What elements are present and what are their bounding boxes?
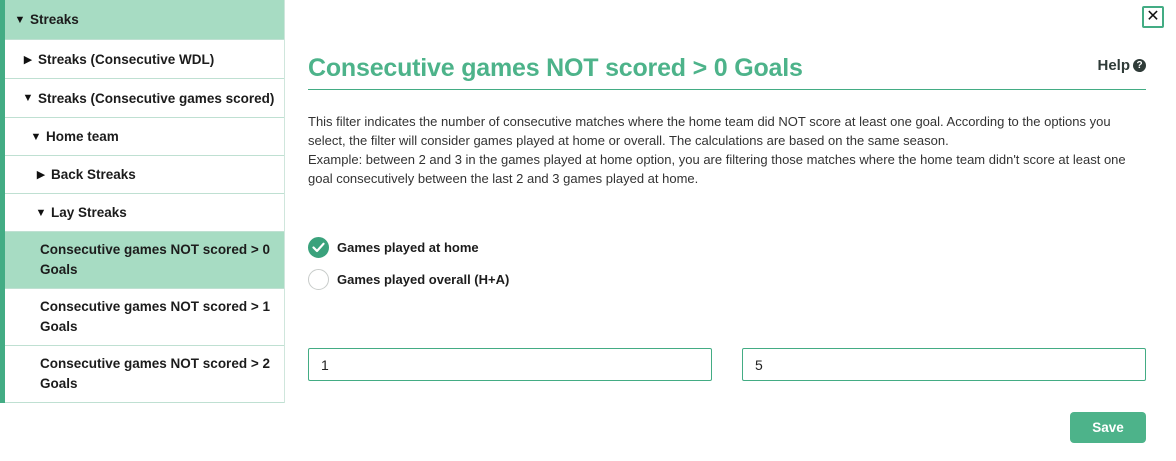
caret-down-icon: ▼ (22, 92, 34, 104)
min-value-input[interactable] (308, 348, 712, 381)
close-icon: ✕ (1146, 8, 1160, 25)
scope-options: Games played at home Games played overal… (308, 236, 1146, 290)
sidebar-item-label: Consecutive games NOT scored > 1 Goals (40, 299, 270, 334)
caret-down-icon: ▼ (35, 206, 47, 219)
max-value-input[interactable] (742, 348, 1146, 381)
sidebar-item-consecutive-games-scored[interactable]: ▼ Streaks (Consecutive games scored) (5, 79, 284, 118)
caret-down-icon: ▼ (14, 13, 26, 26)
sidebar-item-home-team[interactable]: ▼ Home team (5, 118, 284, 156)
option-games-at-home[interactable]: Games played at home (308, 236, 1146, 258)
range-inputs (308, 348, 1146, 381)
close-button[interactable]: ✕ (1142, 6, 1164, 28)
caret-down-icon: ▼ (30, 130, 42, 143)
sidebar-item-label: Consecutive games NOT scored > 0 Goals (40, 242, 270, 277)
help-link[interactable]: Help ? (1097, 57, 1146, 74)
radio-checked[interactable] (308, 236, 329, 258)
option-games-overall[interactable]: Games played overall (H+A) (308, 268, 1146, 290)
checkmark-icon (312, 242, 325, 252)
sidebar-item-consecutive-wdl[interactable]: ▶ Streaks (Consecutive WDL) (5, 40, 284, 79)
radio-unchecked[interactable] (308, 268, 329, 290)
title-row: Consecutive games NOT scored > 0 Goals H… (308, 50, 1146, 90)
sidebar-item-label: Consecutive games NOT scored > 2 Goals (40, 356, 270, 391)
sidebar-item-not-scored-0[interactable]: Consecutive games NOT scored > 0 Goals (5, 232, 284, 289)
sidebar-item-lay-streaks[interactable]: ▼ Lay Streaks (5, 194, 284, 232)
sidebar-item-back-streaks[interactable]: ▶ Back Streaks (5, 156, 284, 194)
filter-panel: Consecutive games NOT scored > 0 Goals H… (308, 50, 1146, 381)
description-paragraph: This filter indicates the number of cons… (308, 114, 1111, 148)
option-label: Games played overall (H+A) (337, 271, 510, 287)
sidebar-item-not-scored-2[interactable]: Consecutive games NOT scored > 2 Goals (5, 346, 284, 403)
help-label: Help (1097, 57, 1130, 74)
caret-right-icon: ▶ (36, 169, 46, 181)
question-circle-icon: ? (1133, 59, 1146, 72)
sidebar-item-label: Streaks (Consecutive WDL) (38, 51, 215, 67)
description-example: Example: between 2 and 3 in the games pl… (308, 152, 1126, 186)
sidebar: ▼ Streaks ▶ Streaks (Consecutive WDL) ▼ … (0, 0, 285, 403)
sidebar-item-label: Lay Streaks (51, 205, 127, 220)
page-title: Consecutive games NOT scored > 0 Goals (308, 54, 803, 82)
sidebar-item-label: Streaks (Consecutive games scored) (38, 90, 275, 106)
filter-description: This filter indicates the number of cons… (308, 112, 1146, 188)
filter-dialog: ▼ Streaks ▶ Streaks (Consecutive WDL) ▼ … (0, 0, 1176, 461)
sidebar-item-label: Streaks (30, 12, 79, 27)
caret-right-icon: ▶ (23, 53, 33, 66)
sidebar-item-streaks[interactable]: ▼ Streaks (5, 0, 284, 40)
sidebar-item-not-scored-1[interactable]: Consecutive games NOT scored > 1 Goals (5, 289, 284, 346)
save-button[interactable]: Save (1070, 412, 1146, 443)
sidebar-item-label: Home team (46, 129, 119, 144)
option-label: Games played at home (337, 239, 479, 255)
sidebar-item-label: Back Streaks (51, 167, 136, 182)
